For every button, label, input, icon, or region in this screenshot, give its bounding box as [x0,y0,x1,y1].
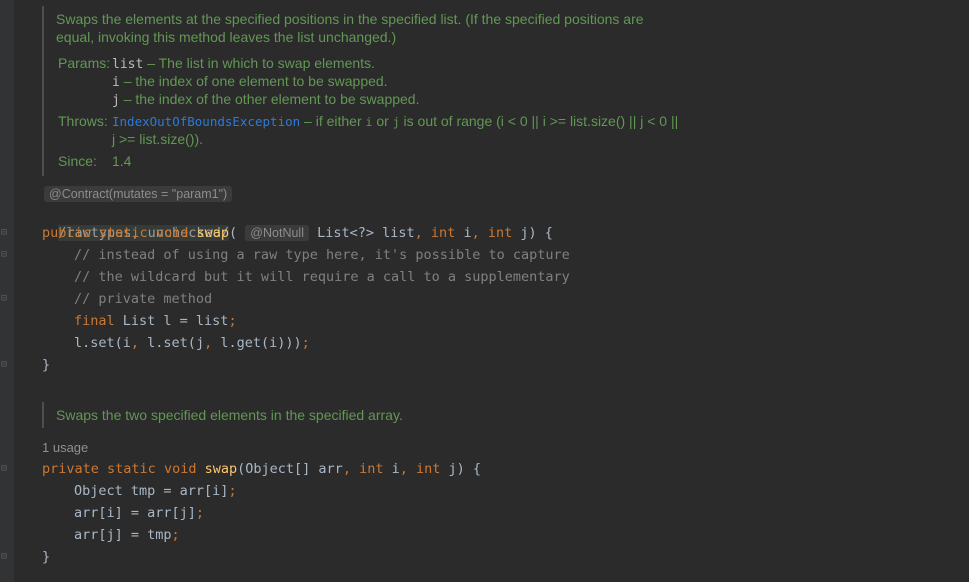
comment: // the wildcard but it will require a ca… [74,269,570,285]
code-line: // instead of using a raw type here, it'… [74,244,570,266]
throws-text: is out of range (i < 0 || i >= list.size… [399,113,679,129]
code-line: // the wildcard but it will require a ca… [74,266,570,288]
paren: ( [229,225,238,241]
semicolon: ; [301,335,310,351]
keyword: int [430,225,456,241]
fold-marker-icon[interactable]: ⊟ [1,250,11,260]
fold-marker-icon[interactable]: ⊟ [1,294,11,304]
param-name: j [112,93,120,108]
comma: , [471,225,488,241]
param-text: (Object[] arr [237,461,343,477]
fold-marker-icon[interactable]: ⊟ [1,464,11,474]
doc-summary-line: equal, invoking this method leaves the l… [56,29,397,45]
comma: , [399,461,416,477]
param-desc: – the index of the other element to be s… [119,91,420,107]
exception-link[interactable]: IndexOutOfBoundsException [112,114,300,129]
statement: l.set(j [147,335,205,351]
code-line: /rawtypes, unchecked/ [42,200,229,241]
keyword: void [155,225,189,241]
semicolon: ; [171,527,180,543]
since-label: Since: [58,153,97,169]
code-line: } [42,354,50,376]
doc-summary-line: Swaps the two specified elements in the … [56,407,403,423]
fold-marker-icon[interactable]: ⊟ [1,228,11,238]
keyword: static [107,461,156,477]
semicolon: ; [195,505,205,521]
keyword: final [74,313,115,329]
comma: , [204,335,221,351]
comment: // private method [74,291,213,307]
throws-label: Throws: [58,113,108,129]
params-label: Params: [58,55,111,71]
method-name[interactable]: swap [205,461,238,477]
editor-gutter [0,0,14,582]
statement: List l = list [114,313,229,329]
statement: l.get(i))) [220,335,302,351]
param-text: j) { [512,225,553,241]
doc-summary-line: Swaps the elements at the specified posi… [56,11,644,27]
throws-line2: j >= list.size()). [112,131,204,147]
code-line: arr[i] = arr[j]; [74,502,204,524]
since-value: 1.4 [112,153,132,169]
fold-marker-icon[interactable]: ⊟ [1,552,11,562]
param-text: i [383,461,400,477]
notnull-inlay-hint[interactable]: @NotNull [245,225,309,241]
comma: , [130,335,148,351]
comma: , [342,461,360,477]
keyword: int [416,461,441,477]
fold-marker-icon[interactable]: ⊟ [1,360,11,370]
param-text: List<?> list [308,225,415,241]
code-line: public static void swap( @NotNull List<?… [42,222,553,244]
code-line: private static void swap(Object[] arr, i… [42,458,481,480]
code-line: arr[j] = tmp; [74,524,180,546]
comma: , [414,225,431,241]
param-desc: – The list in which to swap elements. [143,55,375,71]
statement: Object tmp = arr[i] [74,483,229,499]
keyword: public [42,225,91,241]
keyword: void [163,461,197,477]
statement: arr[i] = arr[j] [74,505,196,521]
keyword: int [359,461,384,477]
keyword: static [98,225,148,241]
param-row: i – the index of one element to be swapp… [112,72,388,90]
semicolon: ; [228,483,237,499]
statement: arr[j] = tmp [74,527,172,543]
statement: l.set(i [74,335,131,351]
method-name[interactable]: swap [197,225,230,241]
code-line: Object tmp = arr[i]; [74,480,237,502]
code-line: final List l = list; [74,310,237,332]
keyword: int [487,225,513,241]
code-line: } [42,546,50,568]
throws-text: – if either [300,113,366,129]
keyword: private [42,461,99,477]
comment: // instead of using a raw type here, it'… [74,247,570,263]
usages-hint[interactable]: 1 usage [42,440,88,455]
param-row: j – the index of the other element to be… [112,90,419,108]
param-desc: – the index of one element to be swapped… [119,73,388,89]
param-name: list [112,57,144,72]
javadoc-block: Swaps the two specified elements in the … [42,402,696,428]
closing-brace: } [42,357,51,373]
throws-code: j [392,115,400,129]
param-text: i [455,225,472,241]
code-line: // private method [74,288,212,310]
throws-row: IndexOutOfBoundsException – if either i … [112,112,678,130]
throws-text: or [372,113,393,129]
param-row: list – The list in which to swap element… [112,54,375,72]
code-line: l.set(i, l.set(j, l.get(i))); [74,332,310,354]
semicolon: ; [228,313,237,329]
param-name: i [112,75,120,90]
javadoc-block: Swaps the elements at the specified posi… [42,6,696,176]
closing-brace: } [42,549,51,565]
param-text: j) { [440,461,482,477]
